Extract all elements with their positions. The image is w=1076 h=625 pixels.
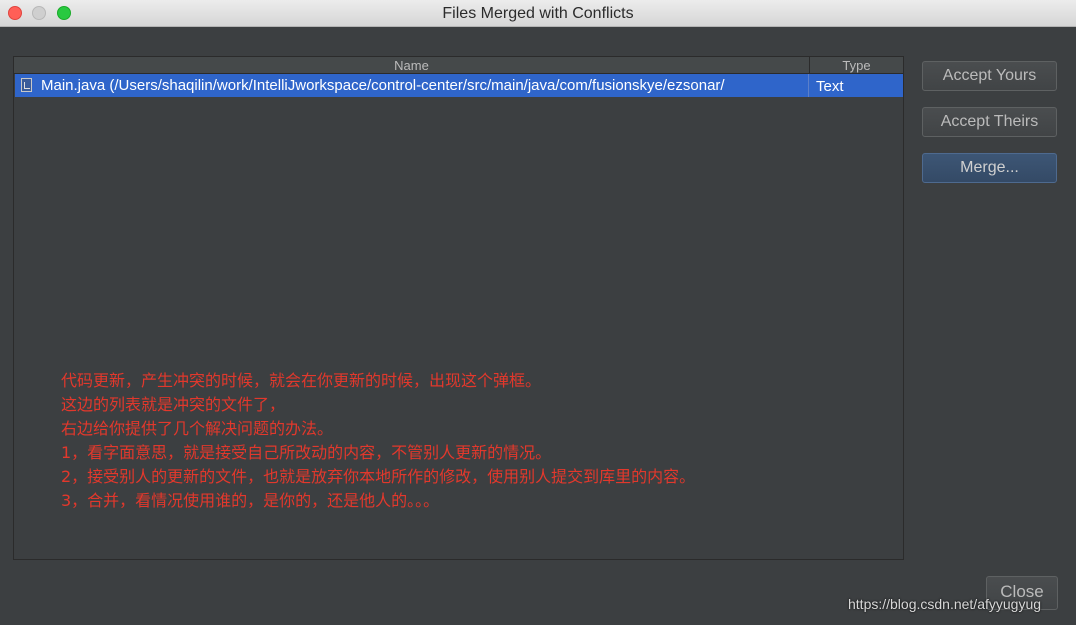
annotation-line: 这边的列表就是冲突的文件了， (61, 395, 286, 414)
file-name-cell[interactable]: Main.java (/Users/shaqilin/work/IntelliJ… (41, 74, 809, 97)
title-bar: Files Merged with Conflicts (0, 0, 1076, 27)
table-header: Name Type (14, 57, 903, 74)
annotation-line: 2，接受别人的更新的文件，也就是放弃你本地所作的修改，使用别人提交到库里的内容。 (61, 467, 696, 486)
column-header-type[interactable]: Type (810, 57, 903, 73)
watermark: https://blog.csdn.net/afyyugyug (848, 596, 1042, 612)
accept-theirs-button[interactable]: Accept Theirs (922, 107, 1057, 137)
merge-button[interactable]: Merge... (922, 153, 1057, 183)
annotation-line: 代码更新，产生冲突的时候，就会在你更新的时候，出现这个弹框。 (61, 371, 542, 390)
annotation-line: 1，看字面意思，就是接受自己所改动的内容，不管别人更新的情况。 (61, 443, 552, 462)
java-file-icon (21, 78, 32, 92)
annotation-text: 代码更新，产生冲突的时候，就会在你更新的时候，出现这个弹框。 这边的列表就是冲突… (61, 369, 695, 513)
annotation-line: 3，合并，看情况使用谁的，是你的，还是他人的。。。 (61, 491, 440, 510)
column-header-name[interactable]: Name (14, 57, 810, 73)
annotation-line: 右边给你提供了几个解决问题的办法。 (61, 419, 334, 438)
window-title: Files Merged with Conflicts (442, 5, 634, 22)
accept-yours-button[interactable]: Accept Yours (922, 61, 1057, 91)
file-type-cell[interactable]: Text (816, 74, 844, 97)
table-row[interactable]: Main.java (/Users/shaqilin/work/IntelliJ… (15, 74, 903, 97)
